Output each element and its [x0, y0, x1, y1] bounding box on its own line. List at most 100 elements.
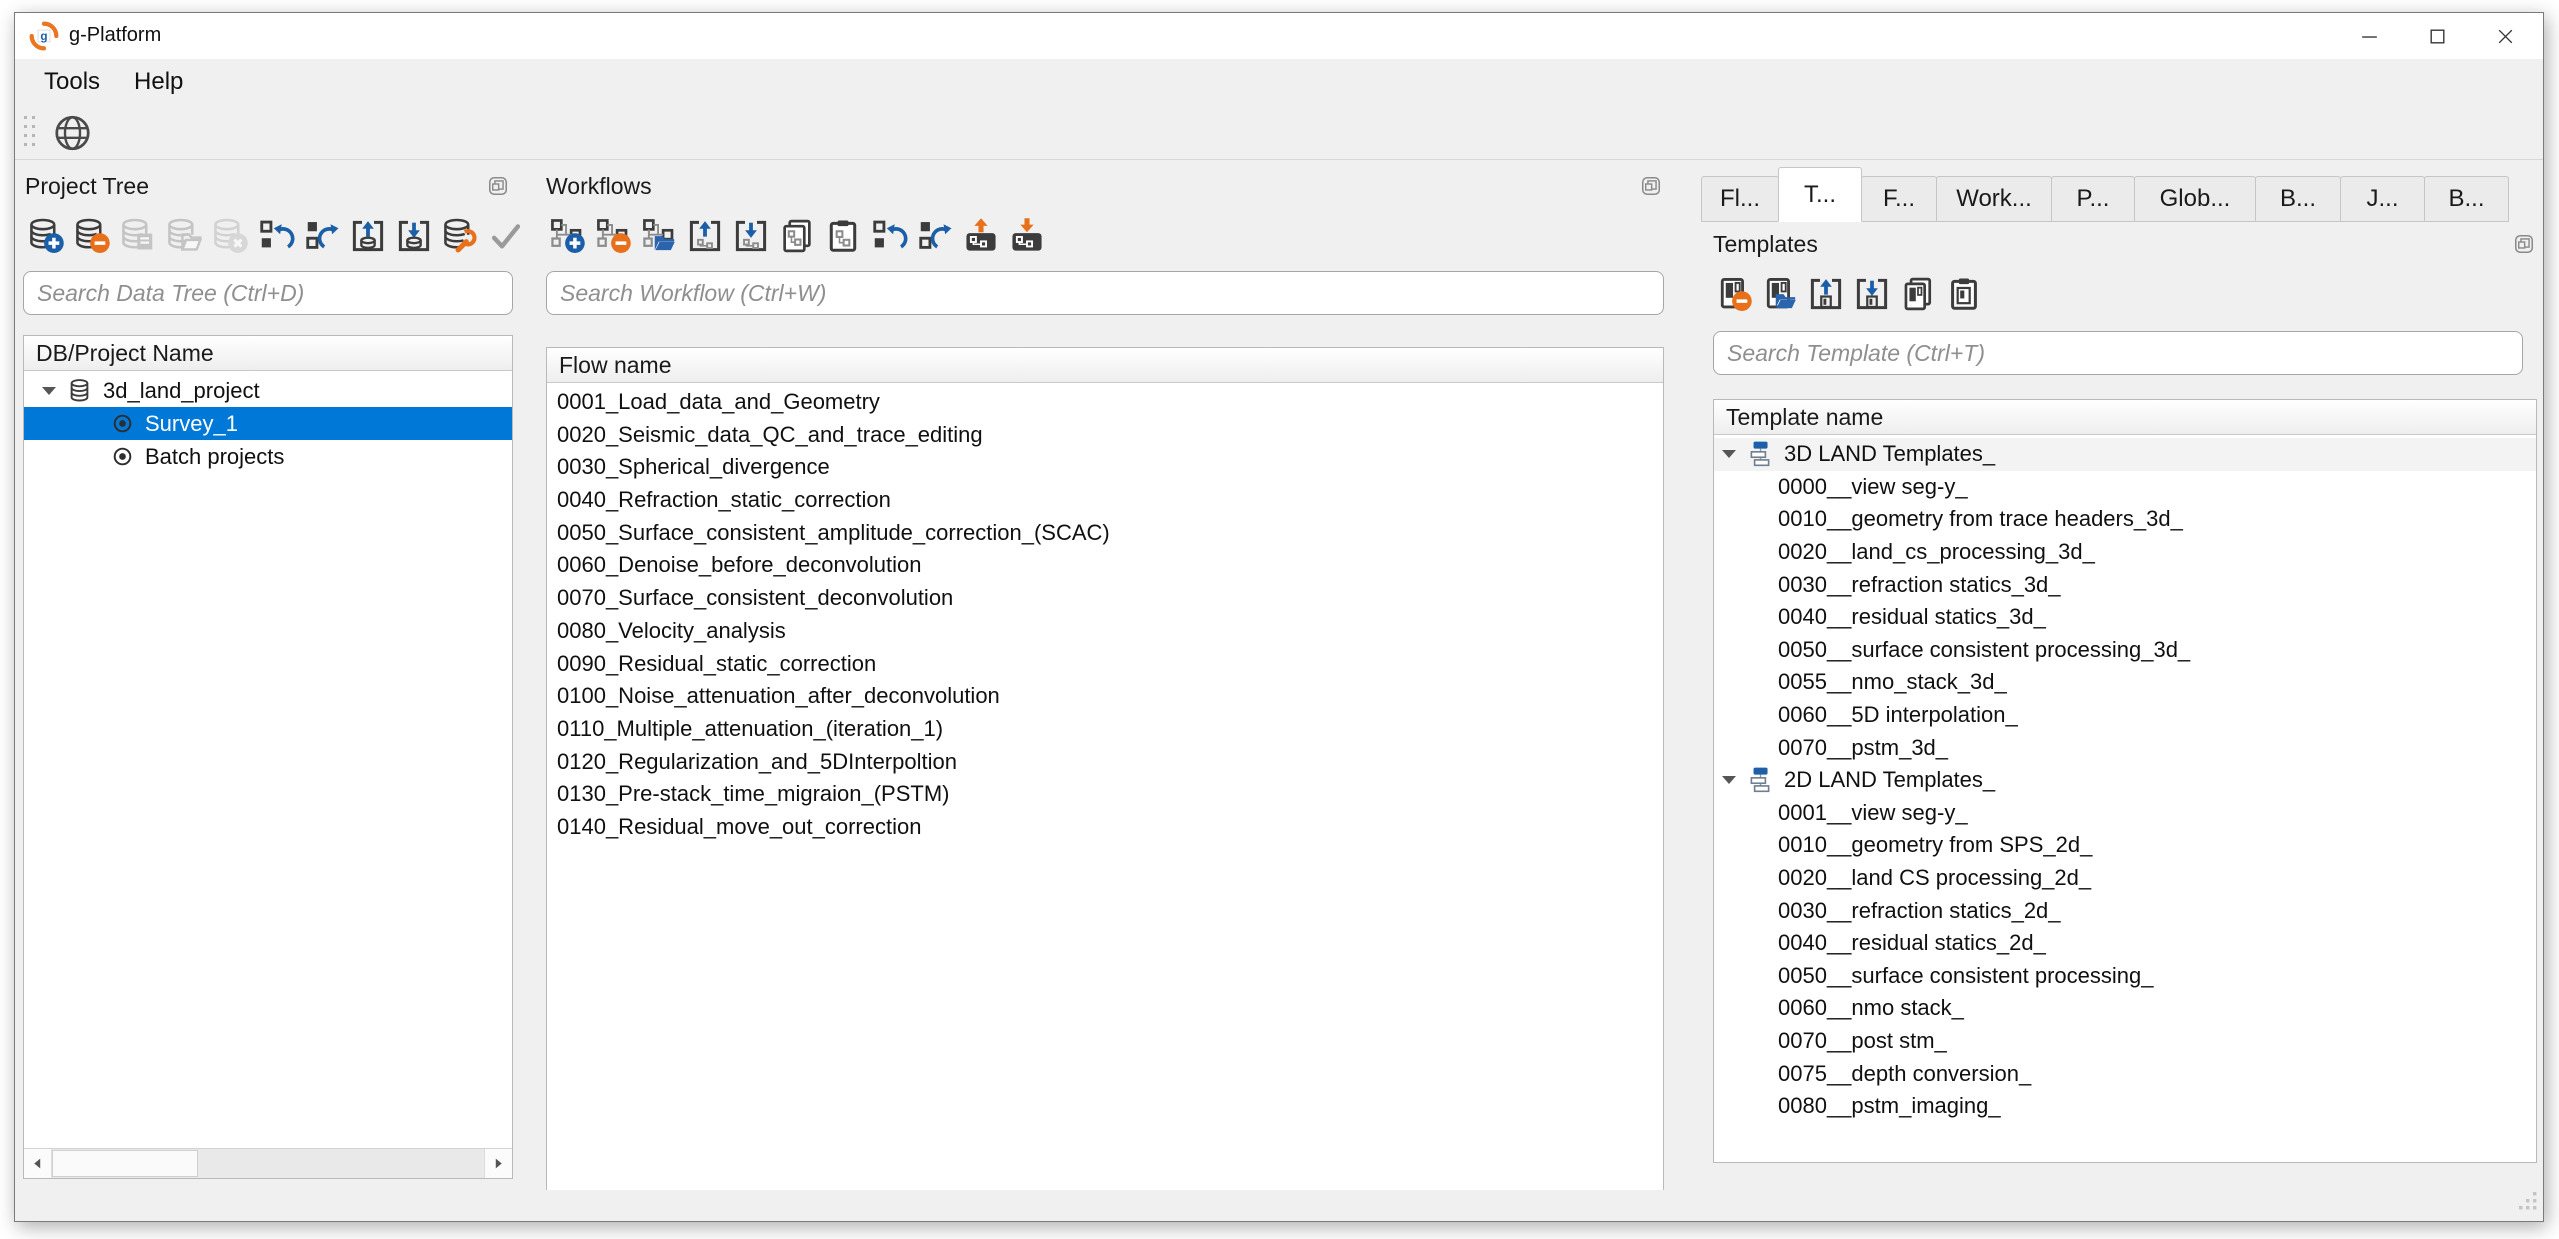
redo-icon[interactable]: [301, 215, 342, 256]
scrollbar-thumb[interactable]: [52, 1150, 198, 1177]
template-item-row[interactable]: 0040__residual statics_2d_: [1714, 927, 2536, 960]
redo-icon[interactable]: [914, 215, 955, 256]
scroll-left-button[interactable]: [24, 1149, 52, 1178]
import-workflow-icon[interactable]: [730, 215, 771, 256]
expander-arrow-icon[interactable]: [42, 386, 56, 395]
workflow-row[interactable]: 0040_Refraction_static_correction: [547, 484, 1663, 517]
project-tree-item[interactable]: Survey_1: [24, 407, 512, 440]
tab-1[interactable]: Fl...: [1701, 176, 1779, 222]
workflow-row[interactable]: 0080_Velocity_analysis: [547, 615, 1663, 648]
template-item-row[interactable]: 0020__land CS processing_2d_: [1714, 862, 2536, 895]
template-item-row[interactable]: 0040__residual statics_3d_: [1714, 601, 2536, 634]
globe-icon[interactable]: [52, 113, 93, 154]
project-tree-item[interactable]: Batch projects: [24, 440, 512, 473]
workflow-row[interactable]: 0090_Residual_static_correction: [547, 648, 1663, 681]
tab-3[interactable]: F...: [1861, 176, 1937, 222]
import-template-icon[interactable]: [1851, 273, 1892, 314]
scroll-right-button[interactable]: [484, 1149, 512, 1178]
workflow-row[interactable]: 0060_Denoise_before_deconvolution: [547, 549, 1663, 582]
apply-check-icon[interactable]: [485, 215, 526, 256]
remove-template-icon[interactable]: [1713, 273, 1754, 314]
flow-name-column-header[interactable]: Flow name: [547, 348, 1663, 383]
upload-workflow-icon[interactable]: [960, 215, 1001, 256]
workflow-search-input[interactable]: [546, 271, 1664, 315]
template-item-row[interactable]: 0020__land_cs_processing_3d_: [1714, 536, 2536, 569]
tab-8[interactable]: J...: [2340, 176, 2425, 222]
minimize-button[interactable]: [2335, 13, 2403, 59]
export-workflow-icon[interactable]: [684, 215, 725, 256]
workflow-row[interactable]: 0140_Residual_move_out_correction: [547, 811, 1663, 844]
open-template-icon[interactable]: [1759, 273, 1800, 314]
workflow-row[interactable]: 0050_Surface_consistent_amplitude_correc…: [547, 517, 1663, 550]
add-database-icon[interactable]: [25, 215, 66, 256]
expander-arrow-icon[interactable]: [1722, 450, 1736, 459]
template-item-row[interactable]: 0055__nmo_stack_3d_: [1714, 666, 2536, 699]
template-group-row[interactable]: 2D LAND Templates_: [1714, 764, 2536, 797]
maximize-button[interactable]: [2403, 13, 2471, 59]
template-item-row[interactable]: 0060__nmo stack_: [1714, 992, 2536, 1025]
menu-item-tools[interactable]: Tools: [27, 68, 117, 96]
template-item-row[interactable]: 0001__view seg-y_: [1714, 797, 2536, 830]
tab-2[interactable]: T...: [1778, 167, 1862, 222]
open-workflow-icon[interactable]: [638, 215, 679, 256]
tab-9[interactable]: B...: [2424, 176, 2509, 222]
workflow-row[interactable]: 0070_Surface_consistent_deconvolution: [547, 582, 1663, 615]
horizontal-scrollbar[interactable]: [24, 1148, 512, 1178]
workflow-row[interactable]: 0020_Seismic_data_QC_and_trace_editing: [547, 419, 1663, 452]
copy-template-icon[interactable]: [1897, 273, 1938, 314]
workflow-row[interactable]: 0110_Multiple_attenuation_(iteration_1): [547, 713, 1663, 746]
template-name-column-header[interactable]: Template name: [1714, 400, 2536, 435]
template-search-input[interactable]: [1713, 331, 2523, 375]
workflow-row[interactable]: 0030_Spherical_divergence: [547, 451, 1663, 484]
workflow-row[interactable]: 0001_Load_data_and_Geometry: [547, 386, 1663, 419]
resize-grip[interactable]: [2515, 1188, 2539, 1217]
float-panel-icon[interactable]: [487, 175, 509, 197]
template-item-row[interactable]: 0050__surface consistent processing_: [1714, 960, 2536, 993]
template-item-row[interactable]: 0000__view seg-y_: [1714, 471, 2536, 504]
tab-7[interactable]: B...: [2255, 176, 2341, 222]
template-item-row[interactable]: 0080__pstm_imaging_: [1714, 1090, 2536, 1123]
tab-5[interactable]: P...: [2051, 176, 2135, 222]
paste-workflow-icon[interactable]: [822, 215, 863, 256]
export-template-icon[interactable]: [1805, 273, 1846, 314]
project-tree-item[interactable]: 3d_land_project: [24, 374, 512, 407]
remove-database-icon[interactable]: [71, 215, 112, 256]
db-project-name-column-header[interactable]: DB/Project Name: [24, 336, 512, 371]
close-button[interactable]: [2471, 13, 2539, 59]
template-item-row[interactable]: 0030__refraction statics_3d_: [1714, 568, 2536, 601]
export-database-icon[interactable]: [347, 215, 388, 256]
database-tools-icon[interactable]: [439, 215, 480, 256]
float-panel-icon[interactable]: [2513, 233, 2535, 255]
template-group-row[interactable]: 3D LAND Templates_: [1714, 438, 2536, 471]
paste-template-icon[interactable]: [1943, 273, 1984, 314]
template-item-row[interactable]: 0030__refraction statics_2d_: [1714, 894, 2536, 927]
copy-workflow-icon[interactable]: [776, 215, 817, 256]
undo-icon[interactable]: [868, 215, 909, 256]
template-item-row[interactable]: 0060__5D interpolation_: [1714, 699, 2536, 732]
template-item-row[interactable]: 0075__depth conversion_: [1714, 1057, 2536, 1090]
template-item-row[interactable]: 0070__post stm_: [1714, 1025, 2536, 1058]
tab-4[interactable]: Work...: [1936, 176, 2052, 222]
download-workflow-icon[interactable]: [1006, 215, 1047, 256]
template-item-row[interactable]: 0010__geometry from SPS_2d_: [1714, 829, 2536, 862]
expander-arrow-icon[interactable]: [1722, 776, 1736, 785]
add-workflow-icon[interactable]: [546, 215, 587, 256]
copy-database-icon[interactable]: [117, 215, 158, 256]
float-panel-icon[interactable]: [1640, 175, 1662, 197]
project-tree-search-input[interactable]: [23, 271, 513, 315]
close-database-icon[interactable]: [209, 215, 250, 256]
title-bar[interactable]: g g-Platform: [15, 13, 2543, 59]
undo-icon[interactable]: [255, 215, 296, 256]
template-item-row[interactable]: 0010__geometry from trace headers_3d_: [1714, 503, 2536, 536]
toolbar-drag-handle[interactable]: [24, 116, 38, 150]
menu-item-help[interactable]: Help: [117, 68, 200, 96]
workflow-row[interactable]: 0130_Pre-stack_time_migraion_(PSTM): [547, 778, 1663, 811]
workflow-row[interactable]: 0100_Noise_attenuation_after_deconvoluti…: [547, 680, 1663, 713]
import-database-icon[interactable]: [393, 215, 434, 256]
template-item-row[interactable]: 0050__surface consistent processing_3d_: [1714, 634, 2536, 667]
open-database-icon[interactable]: [163, 215, 204, 256]
remove-workflow-icon[interactable]: [592, 215, 633, 256]
workflow-row[interactable]: 0120_Regularization_and_5DInterpoltion: [547, 746, 1663, 779]
template-item-row[interactable]: 0070__pstm_3d_: [1714, 731, 2536, 764]
tab-6[interactable]: Glob...: [2134, 176, 2256, 222]
